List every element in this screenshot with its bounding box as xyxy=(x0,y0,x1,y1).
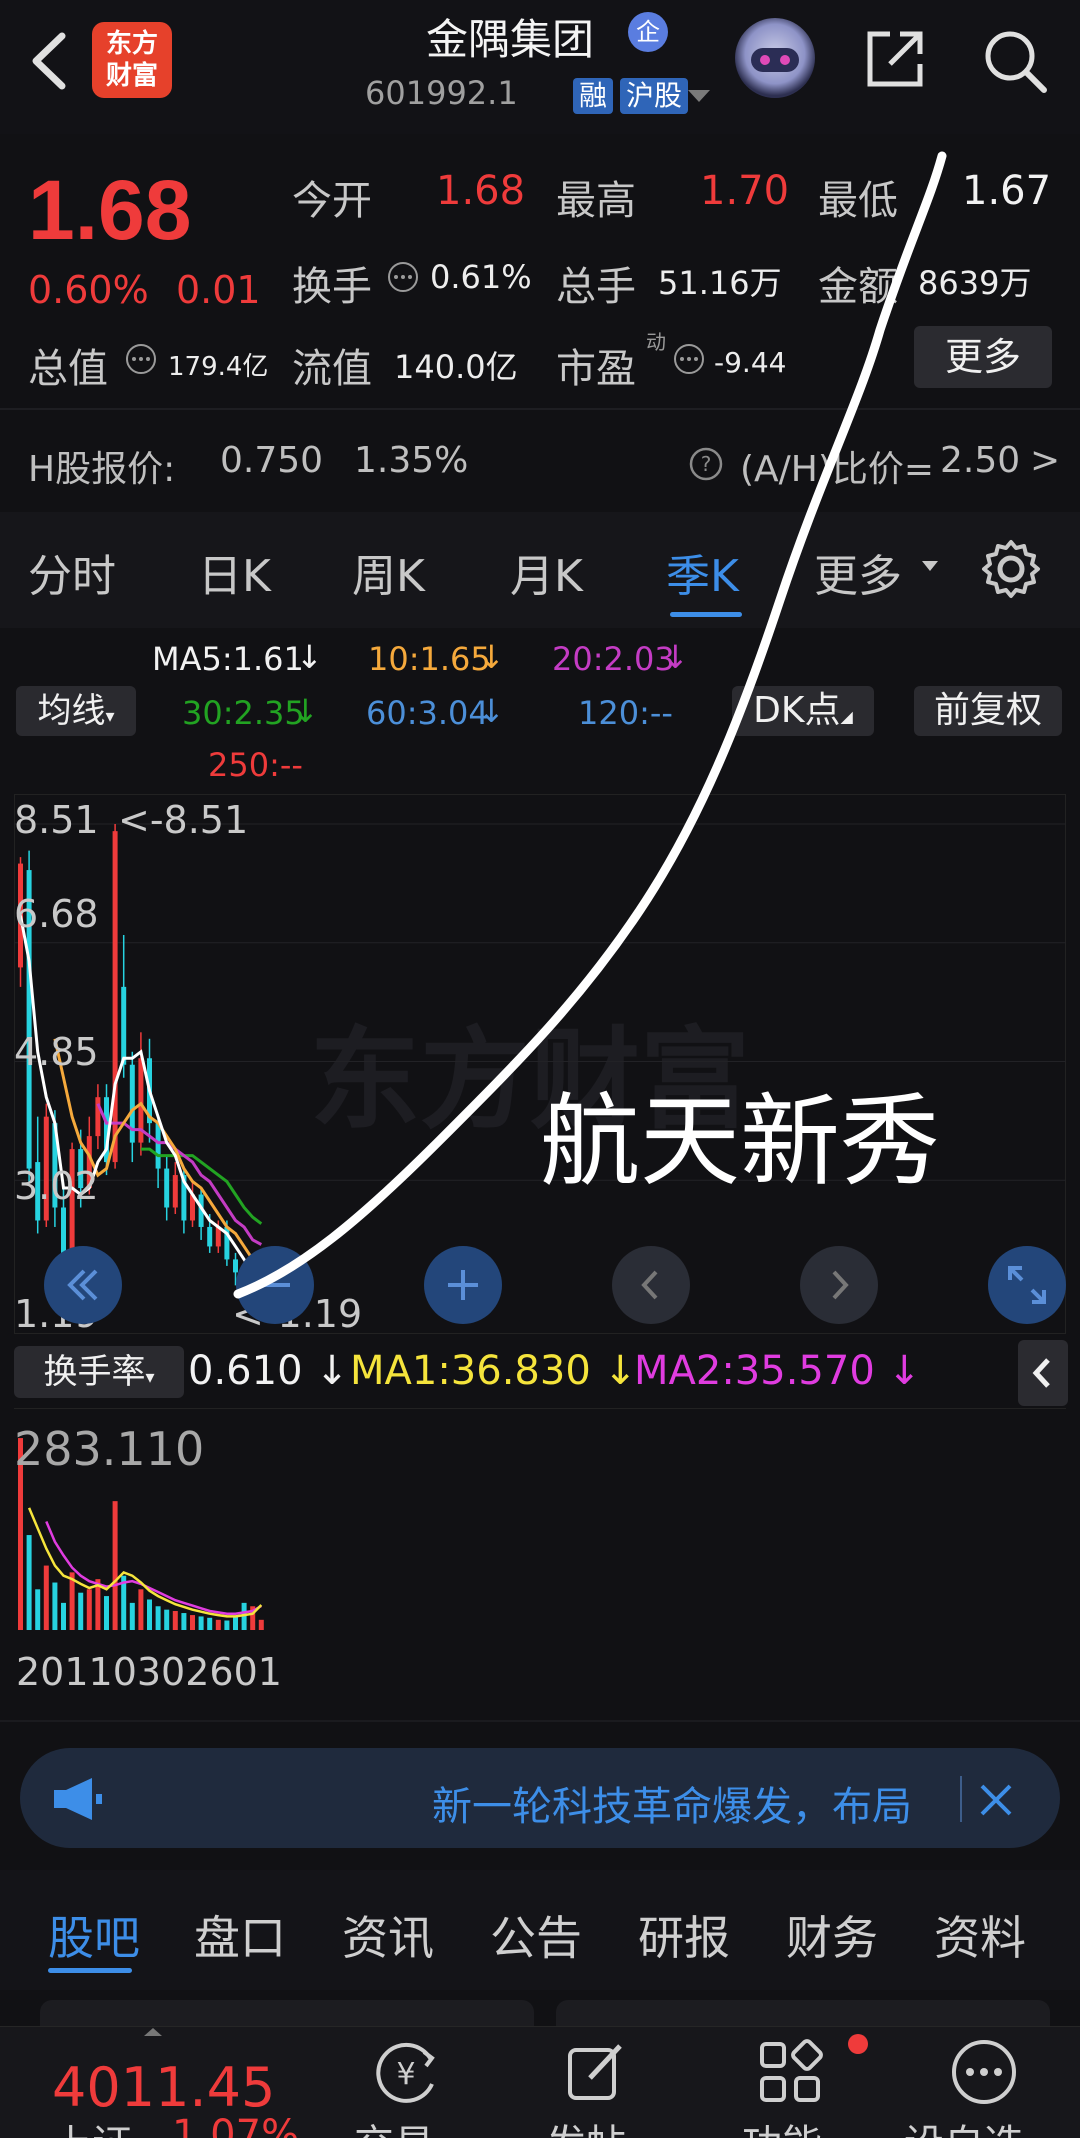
post-card-edge xyxy=(556,2000,1050,2026)
turnover-bar xyxy=(155,1606,161,1630)
turnover-bar xyxy=(147,1599,152,1630)
collapse-panel-button[interactable] xyxy=(1018,1340,1068,1406)
notification-dot xyxy=(848,2034,868,2054)
turnover-bar xyxy=(43,1565,49,1630)
chevron-left-icon xyxy=(1032,1358,1050,1388)
turnover-bar xyxy=(26,1535,32,1630)
caret-up-icon xyxy=(144,2028,162,2036)
trade-yen-icon[interactable]: ¥ xyxy=(366,2032,446,2112)
turnover-bar xyxy=(129,1602,135,1630)
index-name: 上证 xyxy=(52,2112,132,2138)
active-tab-indicator xyxy=(48,1968,132,1973)
svg-text:¥: ¥ xyxy=(396,2057,415,2092)
turnover-ma1-line xyxy=(27,1507,263,1618)
handwritten-annotation: 航天新秀 xyxy=(540,1083,940,1200)
turnover-bar xyxy=(164,1609,170,1630)
turnover-bar xyxy=(138,1589,144,1630)
tab-handicap[interactable]: 盘口 xyxy=(194,1902,286,1968)
turnover-bar xyxy=(198,1616,204,1630)
turnover-bar xyxy=(215,1619,221,1630)
tab-guba[interactable]: 股吧 xyxy=(48,1902,140,1968)
banner-divider xyxy=(960,1776,962,1822)
index-pct: 1.07% xyxy=(172,2112,300,2138)
banner-text[interactable]: 新一轮科技革命爆发，布局 xyxy=(432,1774,954,1832)
indicator-selector-label: 换手率 xyxy=(43,1352,146,1392)
turnover-bar xyxy=(233,1616,238,1630)
indicator-ma2-text: MA2:35.570 xyxy=(634,1348,875,1394)
turnover-bar xyxy=(181,1613,187,1630)
indicator-value: 0.610 ↓ xyxy=(188,1348,349,1394)
divider xyxy=(0,1720,1080,1722)
turnover-bar xyxy=(78,1592,84,1630)
more-dots-icon[interactable] xyxy=(944,2032,1024,2112)
turnover-bar xyxy=(172,1611,178,1630)
tab-profile[interactable]: 资料 xyxy=(934,1902,1026,1968)
caret-down-icon: ▾ xyxy=(145,1367,155,1388)
turnover-bar xyxy=(258,1619,264,1630)
post-card-edge xyxy=(40,2000,534,2026)
turnover-bar xyxy=(112,1501,118,1630)
turnover-bar xyxy=(61,1602,66,1630)
turnover-bar xyxy=(190,1615,195,1630)
turnover-bar xyxy=(224,1620,230,1630)
compose-post-icon[interactable] xyxy=(556,2032,636,2112)
tab-research[interactable]: 研报 xyxy=(638,1902,730,1968)
nav-trade[interactable]: 交易 xyxy=(354,2112,434,2138)
indicator-ma2: MA2:35.570 ↓ xyxy=(634,1348,921,1394)
indicator-selector[interactable]: 换手率▾ xyxy=(14,1346,184,1398)
turnover-bar xyxy=(35,1589,41,1630)
tab-news[interactable]: 资讯 xyxy=(342,1902,434,1968)
turnover-bar xyxy=(86,1589,92,1630)
tab-announcements[interactable]: 公告 xyxy=(490,1902,582,1968)
nav-add-watchlist[interactable]: 设自选 xyxy=(904,2112,1024,2138)
index-value[interactable]: 4011.45 xyxy=(52,2056,275,2119)
tab-finance[interactable]: 财务 xyxy=(786,1902,878,1968)
turnover-bar xyxy=(52,1582,58,1630)
megaphone-icon xyxy=(54,1778,102,1820)
nav-functions[interactable]: 功能 xyxy=(742,2112,822,2138)
indicator-value-text: 0.610 xyxy=(188,1348,303,1394)
turnover-bar xyxy=(207,1617,213,1630)
nav-post[interactable]: 发帖 xyxy=(546,2112,626,2138)
turnover-max-label: 283.110 xyxy=(14,1422,205,1476)
indicator-ma1: MA1:36.830 ↓ xyxy=(350,1348,637,1394)
close-icon[interactable] xyxy=(976,1780,1016,1820)
x-axis-date-label: 20110302601 xyxy=(16,1650,282,1694)
indicator-ma1-text: MA1:36.830 xyxy=(350,1348,591,1394)
functions-grid-icon[interactable] xyxy=(750,2032,830,2112)
turnover-bar xyxy=(104,1596,109,1630)
